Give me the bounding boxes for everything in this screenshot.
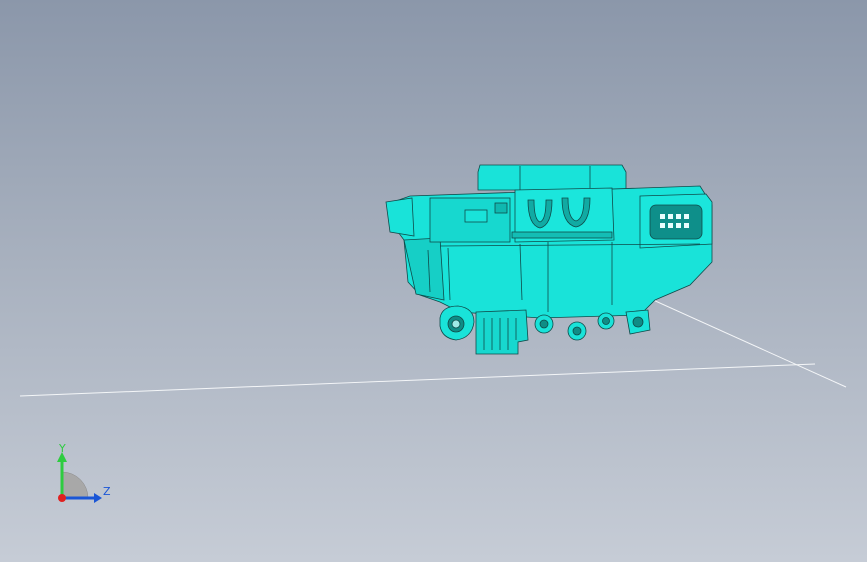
axis-triad-graphic	[57, 452, 102, 503]
model-small-slot	[494, 202, 508, 214]
cad-viewport[interactable]: Y Z	[0, 0, 867, 562]
model-mount-hole-left-inner	[451, 319, 461, 329]
z-axis-arrowhead	[94, 493, 102, 503]
z-axis-label: Z	[103, 485, 111, 498]
axis-triad: Y Z	[40, 440, 120, 510]
model-mount-ring-inner	[572, 326, 582, 336]
axis-triad-quadrant	[61, 471, 89, 499]
model-left-bracket	[385, 197, 415, 237]
model-mount-ring-inner	[539, 319, 549, 329]
door-lock-model[interactable]	[385, 164, 713, 355]
reference-line-horizontal	[19, 363, 816, 397]
model-lever-bar	[511, 231, 613, 239]
model-scene[interactable]	[0, 0, 867, 562]
model-small-block	[464, 209, 488, 223]
y-axis-label: Y	[59, 442, 66, 455]
model-mount-hole-right	[632, 316, 644, 328]
model-connector-socket	[649, 204, 703, 240]
x-axis-origin	[58, 494, 66, 502]
model-mount-ring-inner	[602, 317, 610, 325]
model-top-housing	[477, 164, 627, 191]
